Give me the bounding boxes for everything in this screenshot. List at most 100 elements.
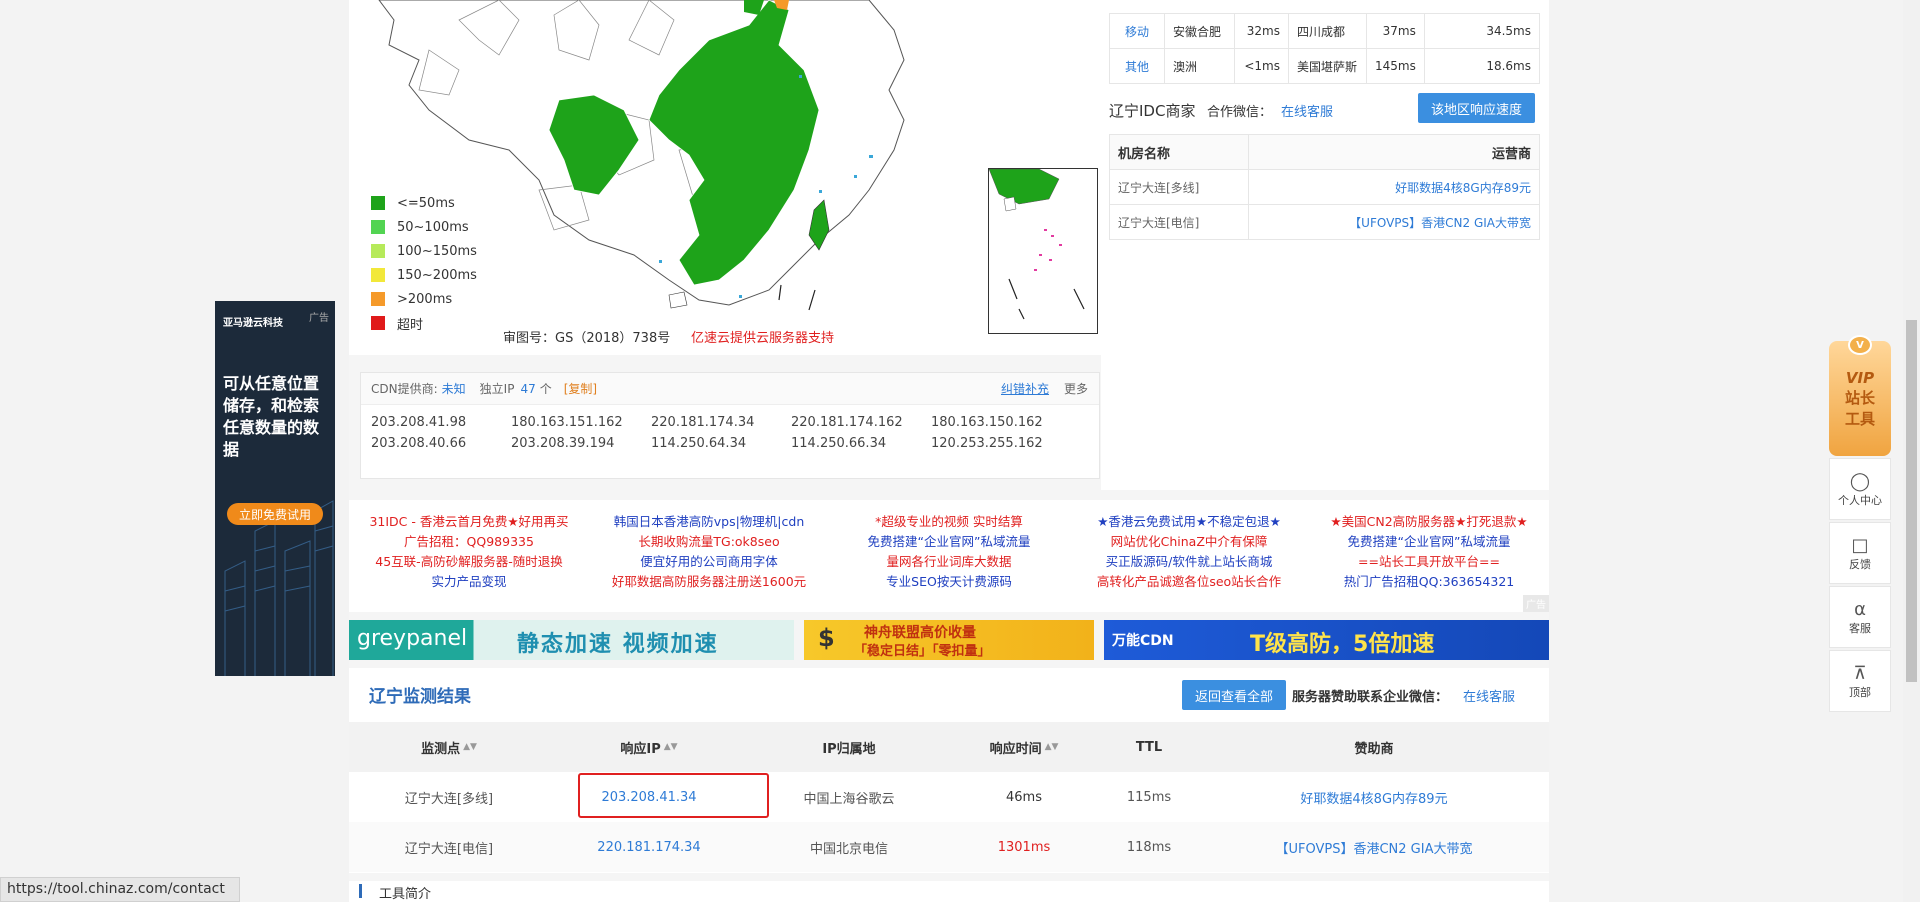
vip-tools-button[interactable]: V VIP 站长 工具 (1829, 335, 1891, 456)
sponsor-link[interactable]: 在线客服 (1463, 686, 1515, 705)
cdn-ip-label: 独立IP (479, 382, 515, 396)
text-ad-link[interactable]: 买正版源码/软件就上站长商城 (1069, 552, 1309, 572)
toolbar-label: 反馈 (1849, 557, 1871, 571)
isp-name[interactable]: 移动 (1109, 13, 1165, 49)
text-ads-grid: 31IDC - 香港云首月免费★好用再买 广告招租：QQ989335 45互联-高防… (349, 500, 1549, 612)
banner-shenzhou[interactable]: $ 神舟联盟高价收量 「稳定日结」「零扣量」 (804, 620, 1094, 660)
average-time: 34.5ms (1423, 13, 1541, 49)
cdn-ip-count: 47 (520, 381, 536, 396)
tool-intro-title: 工具简介 (379, 887, 432, 902)
cdn-header: CDN提供商: 未知 独立IP 47 个 [复制] 纠错补充 更多 (361, 373, 1099, 405)
text-ad-link[interactable]: 31IDC - 香港云首月免费★好用再买 (349, 512, 589, 532)
text-ad-link[interactable]: 韩国日本香港高防vps|物理机|cdn (589, 512, 829, 532)
toolbar-headset-button[interactable]: ⍺ 客服 (1829, 586, 1891, 648)
cdn-more-link[interactable]: 更多 (1064, 380, 1088, 397)
toolbar-feedback-button[interactable]: □ 反馈 (1829, 522, 1891, 584)
text-ad-link[interactable]: 免费搭建“企业官网”私域流量 (1309, 532, 1549, 552)
legend-item: 50~100ms (371, 217, 469, 237)
legend-swatch (371, 268, 385, 282)
legend-swatch (371, 196, 385, 210)
text-ad-link[interactable]: 免费搭建“企业官网”私域流量 (829, 532, 1069, 552)
text-ad-link[interactable]: 量网各行业词库大数据 (829, 552, 1069, 572)
banner-greypanel[interactable]: greypanel 静态加速 视频加速 (349, 620, 794, 660)
legend-item: >200ms (371, 289, 452, 309)
isp-speed-table: 移动 安徽合肥 32ms 四川成都 37ms 34.5ms 其他 澳洲 <1ms 美国堪萨斯 145… (1109, 13, 1541, 84)
result-response-time: 1301ms (997, 839, 1051, 855)
idc-title[interactable]: 辽宁IDC商家 (1109, 100, 1195, 121)
idc-wechat-link[interactable]: 在线客服 (1281, 101, 1333, 120)
section-marker (359, 884, 362, 898)
result-sponsor-link[interactable]: 【UFOVPS】香港CN2 GIA大带宽 (1199, 822, 1549, 872)
cdn-correct-link[interactable]: 纠错补充 (1001, 380, 1049, 397)
cdn-ip-unit: 个 (539, 382, 552, 396)
cdn-copy-button[interactable]: [复制] (564, 380, 597, 397)
text-ad-link[interactable]: 热门广告招租QQ:363654321 (1309, 572, 1549, 592)
idc-row: 辽宁大连[电信] 【UFOVPS】香港CN2 GIA大带宽 (1109, 204, 1540, 240)
text-ad-link[interactable]: 高转化产品诚邀各位seo站长合作 (1069, 572, 1309, 592)
idc-room: 辽宁大连[多线] (1109, 169, 1249, 205)
idc-isp-link[interactable]: 【UFOVPS】香港CN2 GIA大带宽 (1248, 204, 1540, 240)
legend-item: 100~150ms (371, 241, 477, 261)
cdn-ip: 180.163.150.162 (931, 415, 1043, 430)
results-table-header: 监测点 ▲▼ 响应IP ▲▼ IP归属地 响应时间 ▲▼ TTL 赞助商 (349, 722, 1549, 772)
text-ad-link[interactable]: 便宜好用的公司商用字体 (589, 552, 829, 572)
col-monitor-point[interactable]: 监测点 ▲▼ (349, 722, 549, 772)
text-ad-link[interactable]: 网站优化ChinaZ中介有保障 (1069, 532, 1309, 552)
banner-greypanel-text: 静态加速 视频加速 (517, 632, 719, 657)
cdn-ip-list: 203.208.41.98 180.163.151.162 220.181.174.… (361, 405, 1099, 451)
result-sponsor-link[interactable]: 好耶数据4核8G内存89元 (1199, 772, 1549, 822)
region-speed-button[interactable]: 该地区响应速度 (1418, 93, 1535, 123)
text-ad-link[interactable]: 长期收购流量TG:ok8seo (589, 532, 829, 552)
result-ip-location: 中国北京电信 (809, 841, 888, 857)
user-icon: ◯ (1849, 470, 1871, 492)
text-ad-link[interactable]: 45互联-高防砂解服务器-随时退换 (349, 552, 589, 572)
text-ad-link[interactable]: 专业SEO按天计费源码 (829, 572, 1069, 592)
idc-wechat-label: 合作微信： (1207, 105, 1273, 120)
banner-greypanel-brand: greypanel (357, 626, 468, 651)
legend-swatch (371, 220, 385, 234)
ad-tag: 广告 (1523, 595, 1549, 612)
average-time: 18.6ms (1423, 48, 1541, 84)
toolbar-label: 个人中心 (1838, 493, 1882, 507)
legend-label: 超时 (397, 317, 424, 333)
banner-wanneng-cdn[interactable]: 万能CDN T级高防，5倍加速 (1104, 620, 1549, 660)
toolbar-back-to-top-button[interactable]: ⊼ 顶部 (1829, 650, 1891, 712)
ad-cta-button[interactable]: 立即免费试用 (227, 503, 323, 525)
ad-brand: 亚马逊云科技 (223, 318, 283, 329)
cdn-ip: 220.181.174.162 (791, 415, 903, 430)
inset-svg (988, 168, 1085, 320)
cdn-provider-value[interactable]: 未知 (442, 380, 466, 397)
col-response-time[interactable]: 响应时间 ▲▼ (949, 722, 1099, 772)
idc-isp-link[interactable]: 好耶数据4核8G内存89元 (1248, 169, 1540, 205)
text-ad-link[interactable]: 广告招租：QQ989335 (349, 532, 589, 552)
map-provider-link[interactable]: 亿速云提供云服务器支持 (691, 327, 834, 346)
text-ad-link[interactable]: 实力产品变现 (349, 572, 589, 592)
text-ad-link[interactable]: ★美国CN2高防服务器★打死退款★ (1309, 512, 1549, 532)
banner-shenzhou-text1: 神舟联盟高价收量 (864, 625, 976, 641)
south-china-sea-inset (988, 168, 1098, 334)
legend-label: <=50ms (397, 195, 455, 211)
col-sponsor: 赞助商 (1354, 741, 1394, 757)
idc-room: 辽宁大连[电信] (1109, 204, 1249, 240)
col-ttl: TTL (1135, 739, 1163, 755)
feedback-icon: □ (1851, 534, 1869, 556)
text-ad-link[interactable]: ==站长工具开放平台== (1309, 552, 1549, 572)
scrollbar-thumb[interactable] (1906, 320, 1917, 682)
toolbar-label: 顶部 (1849, 685, 1871, 699)
col-response-ip[interactable]: 响应IP ▲▼ (549, 722, 749, 772)
legend-swatch (371, 292, 385, 306)
map-region-hainan (668, 291, 688, 309)
back-to-all-button[interactable]: 返回查看全部 (1182, 680, 1286, 710)
toolbar-user-button[interactable]: ◯ 个人中心 (1829, 458, 1891, 520)
isp-name[interactable]: 其他 (1109, 48, 1165, 84)
result-ttl: 115ms (1126, 789, 1172, 805)
banner-cdn-text: T级高防，5倍加速 (1250, 632, 1435, 657)
ad-column: 31IDC - 香港云首月免费★好用再买 广告招租：QQ989335 45互联-高防… (349, 512, 589, 592)
text-ad-link[interactable]: *超级专业的视频 实时结算 (829, 512, 1069, 532)
text-ad-link[interactable]: ★香港云免费试用★不稳定包退★ (1069, 512, 1309, 532)
results-title: 辽宁监测结果 (369, 687, 471, 707)
dollar-icon: $ (818, 624, 835, 652)
result-ip-link[interactable]: 220.181.174.34 (549, 822, 749, 872)
text-ad-link[interactable]: 好耶数据高防服务器注册送1600元 (589, 572, 829, 592)
left-side-ad[interactable]: 亚马逊云科技 广告 可从任意位置储存，和检索任意数量的数据 立即免费试用 (215, 301, 335, 676)
